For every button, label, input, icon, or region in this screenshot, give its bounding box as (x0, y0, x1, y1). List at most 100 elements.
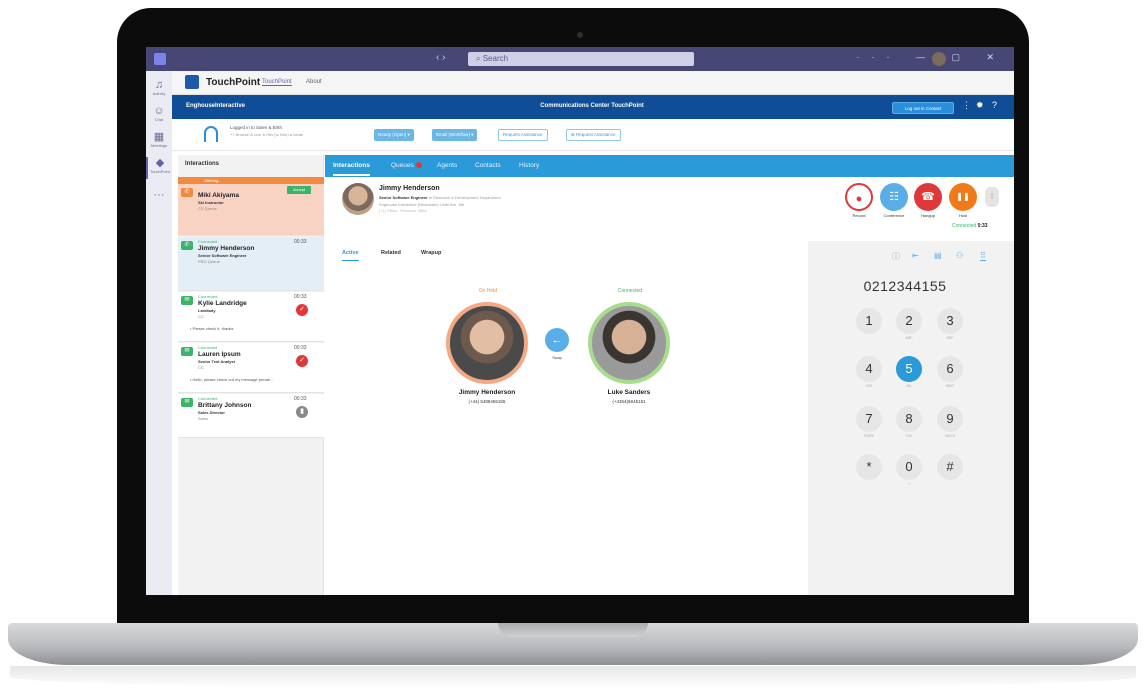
card-state: Connected (198, 294, 218, 299)
camera-icon (577, 32, 583, 38)
key-3[interactable]: 3 (937, 308, 963, 334)
more-actions-button[interactable]: ⋮ (985, 187, 999, 207)
ready-state-dropdown[interactable]: Ready (Open) ▾ (374, 129, 414, 141)
tab-wrapup[interactable]: Wrapup (421, 250, 441, 256)
tab-touchpoint[interactable]: TouchPoint (262, 79, 292, 86)
check-icon[interactable]: ✓ (296, 355, 308, 367)
rail-item-more[interactable]: ··· (146, 189, 172, 211)
list-item[interactable]: ✉ Connected Lauren Ipsum Senior Test Ana… (178, 343, 324, 393)
list-item[interactable]: ✆ Miki Akiyama Ski Instructor CS Queue A… (178, 184, 324, 236)
brand-bar: EnghouseInteractive Communications Cente… (172, 95, 1014, 119)
dialpad-icon[interactable]: ⠿ (980, 251, 986, 261)
rail-item-meetings[interactable]: ▦ Meetings (146, 131, 172, 153)
card-name: Jimmy Henderson (198, 245, 255, 252)
timer-label: Connected (952, 223, 977, 229)
tab-related[interactable]: Related (381, 250, 401, 256)
swap-button[interactable]: ← (545, 328, 569, 352)
page-title: Communications Center TouchPoint (540, 103, 644, 109)
conference-icon: ☷ (889, 191, 899, 203)
gear-icon[interactable]: ✹ (976, 100, 984, 111)
main-tabbar: Interactions Queues Agents Contacts Hist… (325, 155, 1014, 177)
key-1[interactable]: 1 (856, 308, 882, 334)
calendar-icon: ▦ (153, 131, 165, 143)
rail-item-touchpoint[interactable]: ◆ TouchPoint (146, 157, 172, 179)
chat-icon: ✉ (181, 296, 193, 305)
login-status: Logged in to Sales & Birth (230, 125, 283, 130)
hangup-icon: ☎ (921, 191, 935, 203)
key-7[interactable]: 7 (856, 406, 882, 432)
key-8[interactable]: 8 (896, 406, 922, 432)
tab-contacts[interactable]: Contacts (475, 162, 501, 169)
tab-active[interactable]: Active (342, 250, 359, 261)
contact-name: Jimmy Henderson (379, 185, 440, 192)
record-label: Record (852, 213, 866, 218)
key-2[interactable]: 2 (896, 308, 922, 334)
card-name: Kylie Landridge (198, 300, 247, 307)
contacts-icon[interactable]: ⚇ (956, 251, 963, 260)
back-forward-nav[interactable]: ‹ › (436, 52, 445, 63)
list-item[interactable]: ✆ Connected Jimmy Henderson Senior Softw… (178, 237, 324, 291)
request-assistance-button[interactable]: Request Assistance (498, 129, 548, 141)
card-name: Miki Akiyama (198, 192, 239, 199)
chat-icon: ✉ (181, 347, 193, 356)
kebab-menu-icon[interactable]: ⋮ (962, 100, 971, 111)
window-controls[interactable]: ··· — ▢ ✕ (856, 52, 1006, 63)
help-icon[interactable]: ? (992, 100, 997, 110)
contact-role: Senior Software Engineer in Research & D… (379, 195, 501, 200)
key-hash[interactable]: # (937, 454, 963, 480)
transfer-icon[interactable]: ⇤ (912, 251, 919, 260)
hangup-button[interactable]: ☎ (914, 183, 942, 211)
party-name: Luke Sanders (607, 389, 651, 396)
card-state: Connected (198, 396, 218, 401)
alert-badge (415, 162, 422, 169)
check-icon[interactable]: ✓ (296, 304, 308, 316)
tab-queues[interactable]: Queues (391, 162, 422, 169)
key-5[interactable]: 5 (896, 356, 922, 382)
teams-rail: ♫ Activity ☺ Chat ▦ Meetings ◆ TouchPoint ··… (146, 71, 172, 595)
card-message: • Hello, please check out my message pen… (190, 377, 273, 382)
tab-interactions[interactable]: Interactions (333, 162, 370, 176)
record-button[interactable]: ● (845, 183, 873, 211)
tab-agents[interactable]: Agents (437, 162, 457, 169)
key-star[interactable]: * (856, 454, 882, 480)
notes-icon[interactable]: ▤ (934, 251, 942, 260)
card-state: Connected (198, 239, 218, 244)
search-input[interactable]: ⌕ Search (468, 52, 694, 66)
phone-icon: ✆ (181, 188, 193, 197)
accept-button[interactable]: Accept (287, 186, 311, 194)
card-time: 00:33 (294, 345, 307, 351)
rail-label: TouchPoint (150, 169, 170, 174)
hold-button[interactable]: ❚❚ (949, 183, 977, 211)
party-number: (+44) 5488465155 (468, 399, 506, 404)
key-4[interactable]: 4 (856, 356, 882, 382)
trash-icon[interactable]: ▮ (296, 406, 308, 418)
rail-item-activity[interactable]: ♫ Activity (146, 79, 172, 101)
availability-dropdown[interactable]: Email (Workflow) ▾ (432, 129, 478, 141)
request-assistance-button-2[interactable]: ⊕ Request Assistance (566, 129, 621, 141)
tab-label: Queues (391, 162, 414, 169)
conference-label: Conference (883, 213, 905, 218)
party-number: (+4354)6845151 (612, 399, 646, 404)
phone-icon: ✆ (181, 241, 193, 250)
info-icon[interactable]: ⓘ (892, 251, 900, 262)
key-6[interactable]: 6 (937, 356, 963, 382)
list-item[interactable]: ✉ Connected Kylie Landridge Landlady CC … (178, 292, 324, 342)
card-queue: CC (198, 314, 204, 319)
tab-about[interactable]: About (306, 79, 322, 85)
avatar (342, 183, 374, 215)
card-state: Connected (198, 345, 218, 350)
logout-button[interactable]: Log out in Contact (892, 102, 954, 114)
key-letters: + (907, 482, 911, 486)
party-photo-onhold (446, 302, 528, 384)
rail-item-chat[interactable]: ☺ Chat (146, 105, 172, 127)
dial-number-display[interactable]: 0212344155 (830, 278, 980, 294)
card-queue: PRO Queue (198, 259, 220, 264)
chat-icon: ☺ (153, 105, 165, 117)
conference-button[interactable]: ☷ (880, 183, 908, 211)
tab-history[interactable]: History (519, 162, 539, 169)
touchpoint-logo-icon (185, 75, 199, 89)
list-item[interactable]: ✉ Connected Brittany Johnson Sales Direc… (178, 394, 324, 438)
card-role: Ski Instructor (198, 200, 224, 205)
key-9[interactable]: 9 (937, 406, 963, 432)
key-0[interactable]: 0 (896, 454, 922, 480)
